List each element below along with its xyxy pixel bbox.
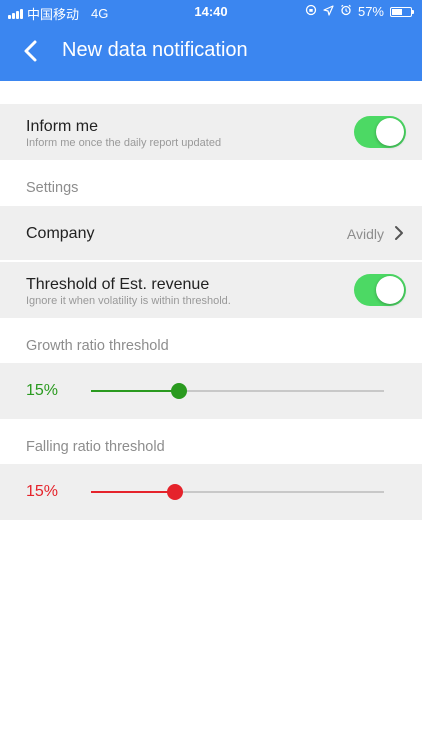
inform-me-title: Inform me [26,118,99,135]
chevron-left-icon [24,40,37,62]
settings-section-label: Settings [26,180,79,196]
battery-icon [390,6,414,17]
back-button[interactable] [16,36,46,66]
growth-slider[interactable] [91,383,384,399]
growth-section-label: Growth ratio threshold [26,338,169,354]
threshold-subtitle: Ignore it when volatility is within thre… [26,295,231,307]
falling-slider-fill [91,491,175,493]
falling-slider[interactable] [91,484,384,500]
navigation-bar: New data notification [0,22,422,81]
location-icon [323,4,334,19]
threshold-title: Threshold of Est. revenue [26,276,210,293]
falling-slider-thumb[interactable] [166,484,183,500]
growth-slider-row: 15% [0,363,422,419]
falling-section-label: Falling ratio threshold [26,439,165,455]
battery-fill [392,8,403,15]
threshold-toggle[interactable] [354,274,406,306]
company-value: Avidly [346,226,384,242]
growth-value: 15% [26,382,59,399]
growth-slider-thumb[interactable] [170,383,187,399]
battery-percent: 57% [357,4,384,19]
inform-me-toggle[interactable] [354,116,406,148]
falling-slider-row: 15% [0,464,422,520]
company-title: Company [26,225,95,242]
inform-me-row: Inform me Inform me once the daily repor… [0,104,422,160]
inform-me-subtitle: Inform me once the daily report updated [26,137,222,149]
growth-slider-fill [91,390,179,392]
status-right: 57% [305,4,414,19]
alarm-icon [340,4,352,19]
toggle-knob [376,276,404,304]
company-row[interactable]: Company Avidly [0,206,422,260]
threshold-row: Threshold of Est. revenue Ignore it when… [0,262,422,318]
chevron-right-icon [394,225,404,246]
page-title: New data notification [62,39,248,61]
rotation-lock-icon [305,4,317,19]
falling-value: 15% [26,483,59,500]
status-bar: 中国移动 4G 14:40 57% [0,0,422,22]
toggle-knob [376,118,404,146]
